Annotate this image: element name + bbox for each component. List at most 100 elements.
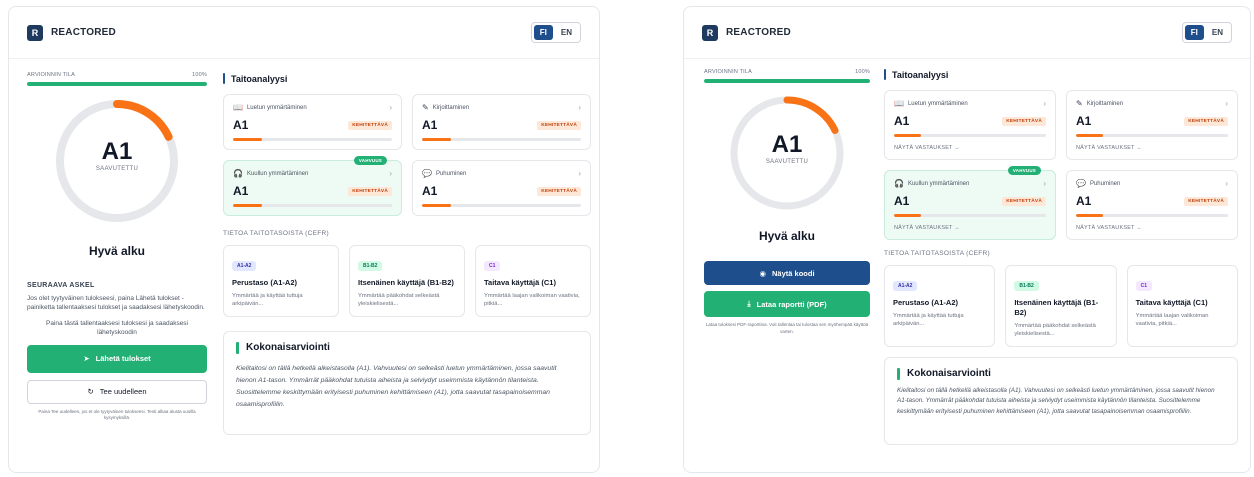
speech-bubble-icon: 💬 xyxy=(422,169,432,178)
speech-bubble-icon: 💬 xyxy=(1076,179,1086,188)
cefr-badge: C1 xyxy=(484,261,501,271)
results-screen-left: R REACTORED FI EN ARVIOINNIN TILA 100% A… xyxy=(8,6,600,473)
skill-progress-track xyxy=(233,138,392,141)
skill-grid: 📖 Luetun ymmärtäminen › A1 KEHITETTÄVÄ ✎… xyxy=(223,94,591,216)
skill-progress-track xyxy=(1076,134,1228,137)
cefr-card: A1-A2 Perustaso (A1-A2) Ymmärtää ja käyt… xyxy=(223,245,339,317)
brand[interactable]: R REACTORED xyxy=(702,24,791,41)
headphones-icon: 🎧 xyxy=(233,169,243,178)
skill-level: A1 xyxy=(1076,114,1092,128)
download-icon: ⤓ xyxy=(747,299,751,308)
view-answers-link[interactable]: NÄYTÄ VASTAUKSET → xyxy=(1076,225,1228,231)
skill-name: Luetun ymmärtäminen xyxy=(907,100,968,107)
skill-progress-track xyxy=(894,214,1046,217)
download-note: Lataa tuloksesi PDF-raporttina. Voit tal… xyxy=(705,322,869,334)
retry-button[interactable]: ↻ Tee uudelleen xyxy=(27,379,207,404)
skills-title: Taitoanalyysi xyxy=(223,73,591,84)
cefr-name: Itsenäinen käyttäjä (B1-B2) xyxy=(358,278,454,287)
result-sidebar: ARVIOINNIN TILA 100% A1 SAAVUTETTU Hyvä … xyxy=(27,69,207,422)
progress-track xyxy=(27,82,207,86)
skill-card[interactable]: 💬 Puhuminen › A1 KEHITETTÄVÄ xyxy=(412,160,591,216)
language-switch: FI EN xyxy=(530,22,581,43)
cefr-section: TIETOA TAITOTASOISTA (CEFR) A1-A2 Perust… xyxy=(884,250,1238,347)
skill-card[interactable]: ✎ Kirjoittaminen › A1 KEHITETTÄVÄ xyxy=(412,94,591,150)
skill-card[interactable]: 📖 Luetun ymmärtäminen › A1 KEHITETTÄVÄ N… xyxy=(884,90,1056,160)
skill-progress-track xyxy=(422,138,581,141)
brand-name: REACTORED xyxy=(51,27,116,38)
cefr-desc: Ymmärtää laajan valikoiman vaativia, pit… xyxy=(484,292,580,307)
retry-icon: ↻ xyxy=(87,387,94,397)
lang-fi-button[interactable]: FI xyxy=(533,25,553,40)
show-code-button[interactable]: ◉ Näytä koodi xyxy=(704,261,870,285)
retry-note: Paina Tee uudelleen, jos et ole tyytyväi… xyxy=(38,408,196,421)
skill-name: Kirjoittaminen xyxy=(432,104,470,111)
cefr-section: TIETOA TAITOTASOISTA (CEFR) A1-A2 Perust… xyxy=(223,230,591,317)
cefr-grid: A1-A2 Perustaso (A1-A2) Ymmärtää ja käyt… xyxy=(884,265,1238,347)
skill-name: Puhuminen xyxy=(1089,180,1121,187)
cefr-name: Perustaso (A1-A2) xyxy=(232,278,298,287)
cefr-desc: Ymmärtää ja käyttää tuttuja arkipäivän..… xyxy=(232,292,303,307)
skill-card[interactable]: 💬 Puhuminen › A1 KEHITETTÄVÄ NÄYTÄ VASTA… xyxy=(1066,170,1238,240)
cefr-badge: B1-B2 xyxy=(1014,281,1039,291)
achieved-label: SAAVUTETTU xyxy=(765,159,809,165)
skill-progress-fill xyxy=(422,138,451,141)
lang-en-button[interactable]: EN xyxy=(1206,25,1229,40)
cefr-name: Perustaso (A1-A2) xyxy=(893,298,959,307)
chevron-right-icon: › xyxy=(1225,179,1228,188)
skill-progress-track xyxy=(1076,214,1228,217)
brand[interactable]: R REACTORED xyxy=(27,24,116,41)
skill-card[interactable]: 📖 Luetun ymmärtäminen › A1 KEHITETTÄVÄ xyxy=(223,94,402,150)
cefr-badge: C1 xyxy=(1135,281,1153,291)
skill-progress-fill xyxy=(233,204,262,207)
download-report-button[interactable]: ⤓ Lataa raportti (PDF) xyxy=(704,291,870,317)
skill-card[interactable]: VAHVUUS 🎧 Kuullun ymmärtäminen › A1 KEHI… xyxy=(884,166,1056,240)
chevron-right-icon: › xyxy=(389,103,392,112)
level-ring: A1 SAAVUTETTU xyxy=(52,96,182,226)
cefr-title: TIETOA TAITOTASOISTA (CEFR) xyxy=(223,230,329,237)
skill-progress-fill xyxy=(422,204,451,207)
results-screen-right: R REACTORED FI EN ARVIOINNIN TILA 100% A… xyxy=(683,6,1251,473)
chevron-right-icon: › xyxy=(1225,99,1228,108)
cefr-desc: Ymmärtää laajan valikoiman vaativia, pit… xyxy=(1135,312,1209,327)
skills-title: Taitoanalyysi xyxy=(884,69,1238,80)
download-report-label: Lataa raportti (PDF) xyxy=(756,299,827,309)
skill-card[interactable]: ✎ Kirjoittaminen › A1 KEHITETTÄVÄ NÄYTÄ … xyxy=(1066,90,1238,160)
cefr-badge: A1-A2 xyxy=(893,281,918,291)
cefr-name: Taitava käyttäjä (C1) xyxy=(1135,298,1208,307)
view-answers-link[interactable]: NÄYTÄ VASTAUKSET → xyxy=(894,225,1046,231)
book-icon: 📖 xyxy=(894,99,904,108)
chevron-right-icon: › xyxy=(1043,179,1046,188)
skill-progress-track xyxy=(894,134,1046,137)
cefr-desc: Ymmärtää pääkohdat selkeästä yleiskielis… xyxy=(1014,322,1096,337)
send-results-button[interactable]: ➤ Lähetä tulokset xyxy=(27,344,207,373)
send-icon: ➤ xyxy=(83,354,90,364)
skill-level: A1 xyxy=(233,184,249,198)
progress-fill xyxy=(27,82,207,86)
view-answers-link[interactable]: NÄYTÄ VASTAUKSET → xyxy=(1076,145,1228,151)
pencil-icon: ✎ xyxy=(1076,99,1083,108)
achieved-label: SAAVUTETTU xyxy=(95,166,139,172)
app-header: R REACTORED FI EN xyxy=(9,7,599,59)
cefr-card: A1-A2 Perustaso (A1-A2) Ymmärtää ja käyt… xyxy=(884,265,996,347)
chevron-right-icon: › xyxy=(578,103,581,112)
skill-progress-fill xyxy=(1076,214,1104,217)
status-badge: KEHITETTÄVÄ xyxy=(1184,196,1228,206)
overall-assessment: Kokonaisarviointi Kielitaitosi on tällä … xyxy=(223,330,591,435)
lang-fi-button[interactable]: FI xyxy=(1184,25,1204,40)
cefr-badge: A1-A2 xyxy=(232,261,257,271)
app-header: R REACTORED FI EN xyxy=(684,7,1250,59)
view-answers-link[interactable]: NÄYTÄ VASTAUKSET → xyxy=(894,145,1046,151)
status-badge: KEHITETTÄVÄ xyxy=(1184,116,1228,126)
lang-en-button[interactable]: EN xyxy=(555,25,578,40)
skills-title-text: Taitoanalyysi xyxy=(892,69,949,80)
progress-fill xyxy=(704,79,870,83)
cefr-card: C1 Taitava käyttäjä (C1) Ymmärtää laajan… xyxy=(475,245,591,317)
skill-level: A1 xyxy=(894,114,910,128)
send-results-label: Lähetä tulokset xyxy=(95,354,151,364)
cefr-card: B1-B2 Itsenäinen käyttäjä (B1-B2) Ymmärt… xyxy=(349,245,465,317)
skill-card[interactable]: VAHVUUS 🎧 Kuullun ymmärtäminen › A1 KEHI… xyxy=(223,156,402,216)
status-badge: KEHITETTÄVÄ xyxy=(537,186,581,196)
cefr-desc: Ymmärtää ja käyttää tuttuja arkipäivän..… xyxy=(893,312,964,327)
skill-progress-fill xyxy=(894,134,922,137)
brand-name: REACTORED xyxy=(726,27,791,38)
